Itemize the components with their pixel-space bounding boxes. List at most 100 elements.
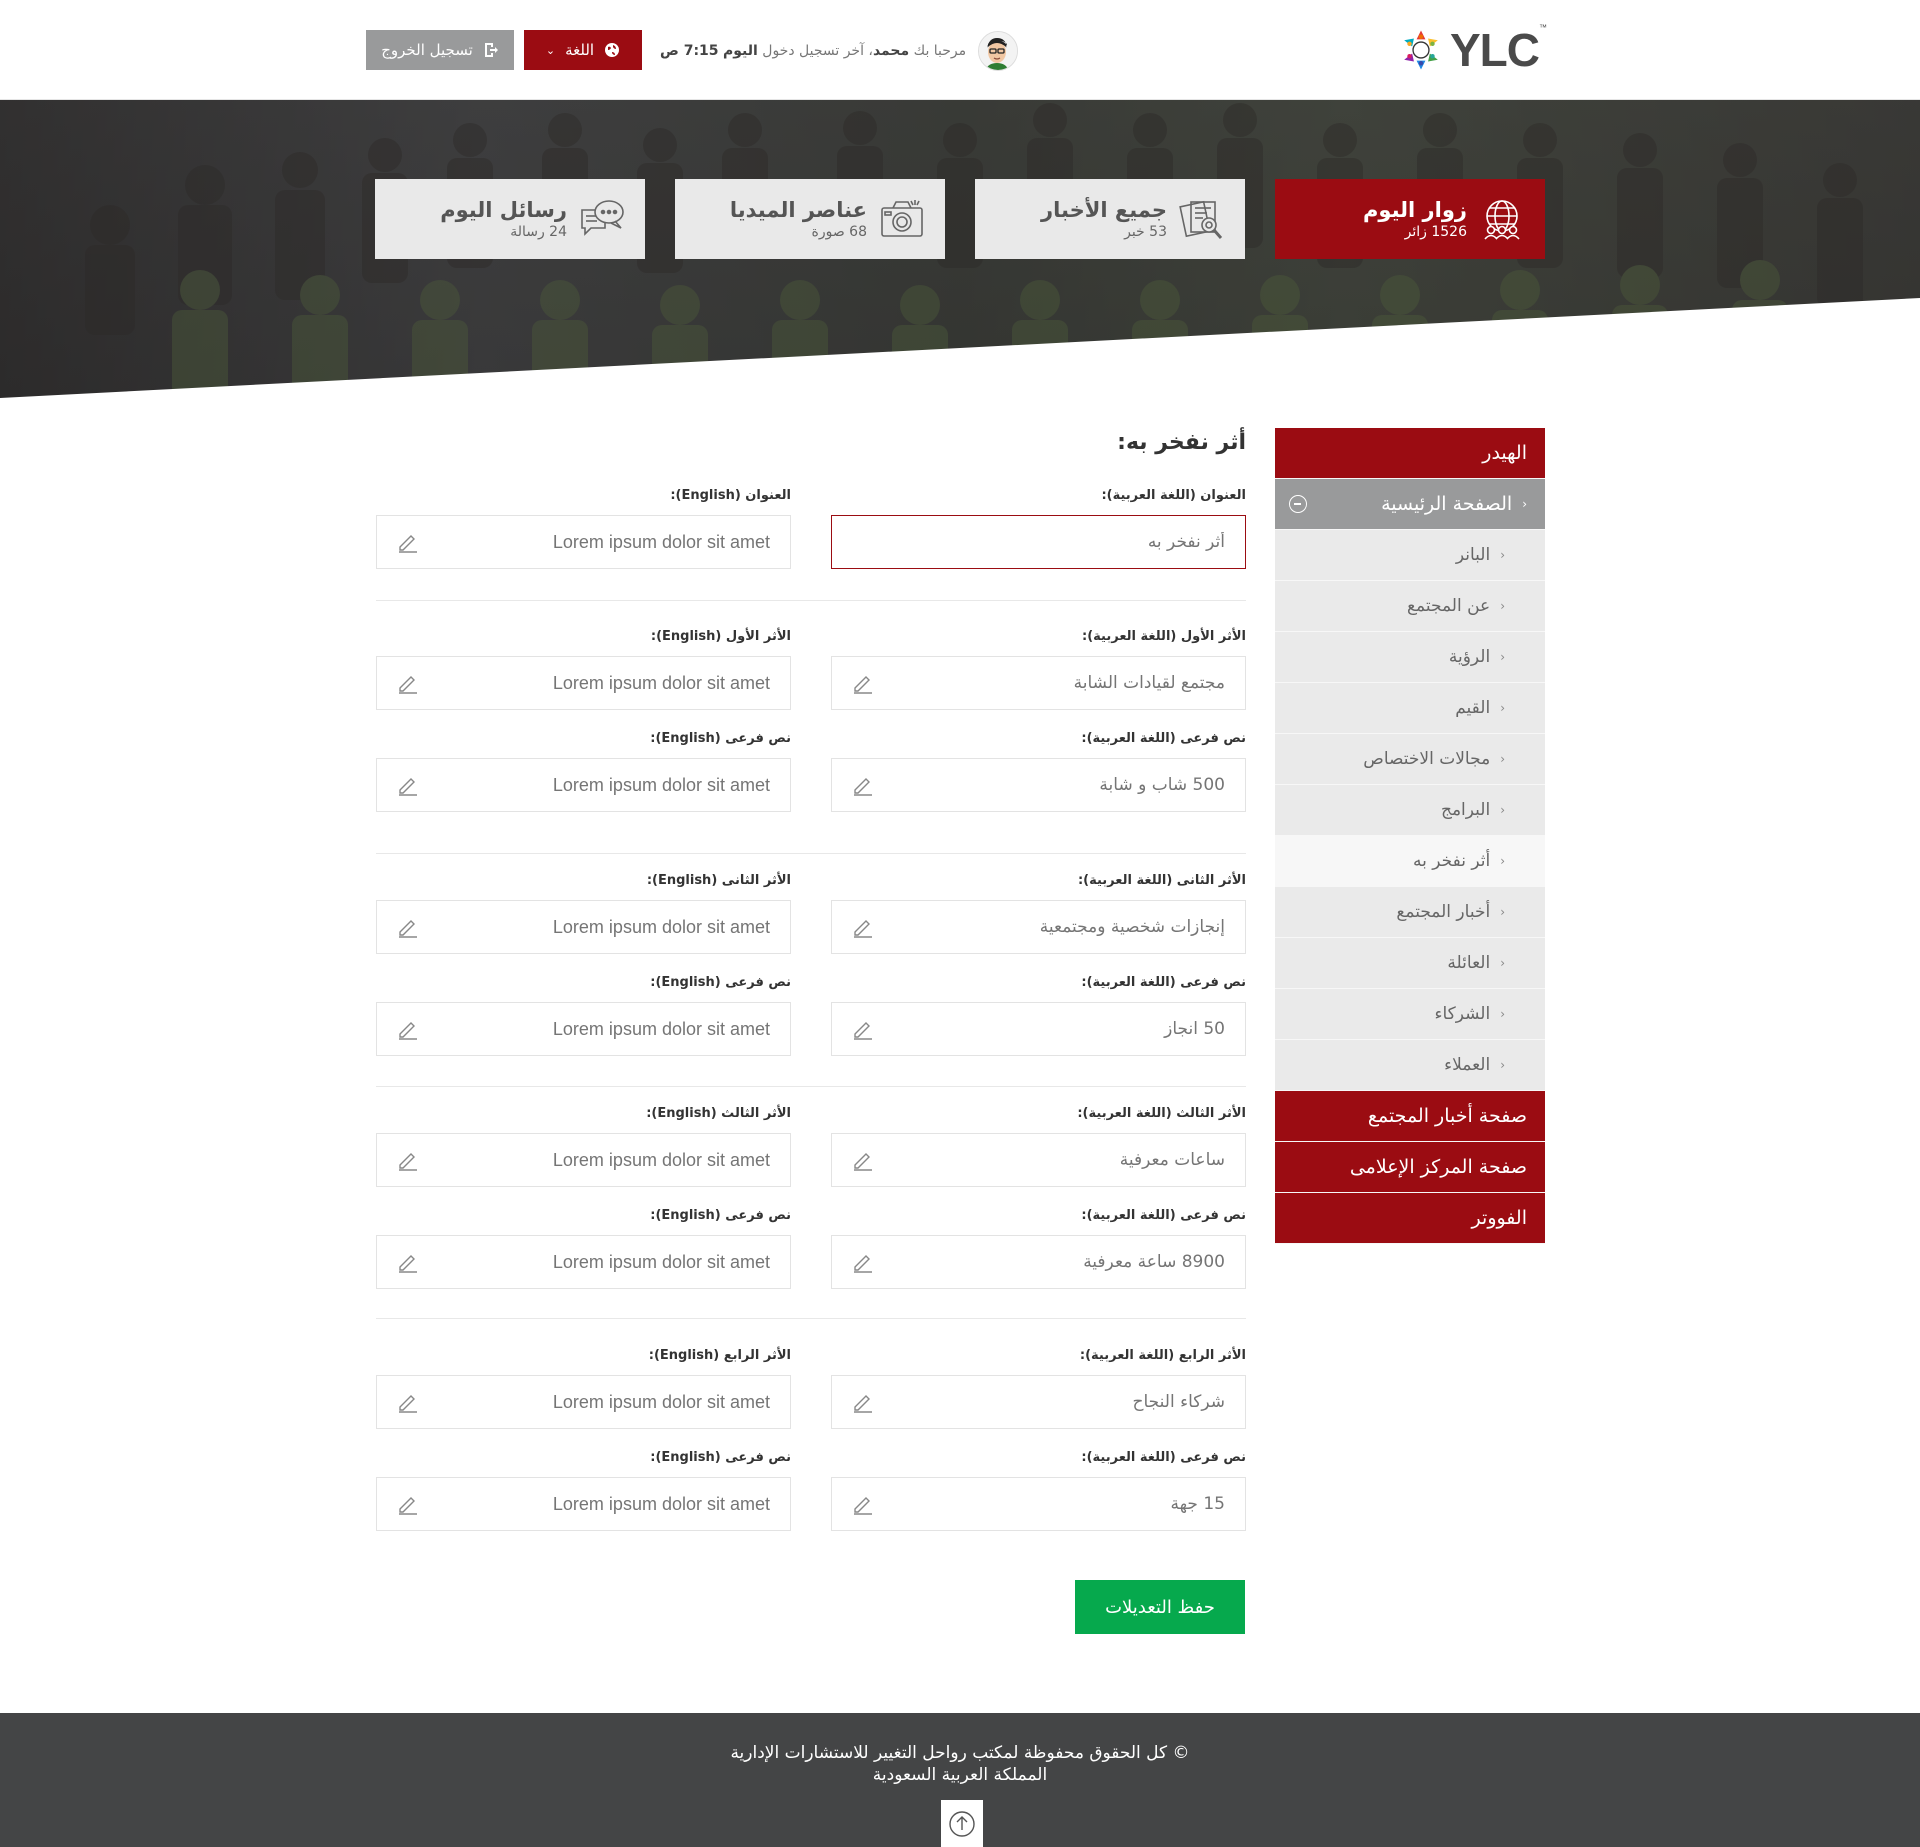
top-bar: YLC™ مرحبا بك محمد، آخر تسجيل دخول اليوم… — [0, 0, 1920, 100]
stat-title: جميع الأخبار — [1041, 198, 1167, 222]
chat-bubbles-icon — [581, 200, 624, 236]
sidebar-subitem-family[interactable]: ‹ العائلة — [1275, 938, 1545, 989]
avatar[interactable] — [978, 31, 1019, 71]
sidebar-item-news-page[interactable]: صفحة أخبار المجتمع — [1275, 1091, 1545, 1142]
title-en-label: العنوان (English): — [670, 488, 791, 503]
stat-subtitle: 68 صورة — [811, 224, 868, 240]
impact-2-sub-en-input[interactable] — [440, 1018, 770, 1040]
user-greeting: مرحبا بك محمد، آخر تسجيل دخول اليوم 7:15… — [660, 30, 1020, 72]
impact-3-sub-ar-field[interactable] — [831, 1235, 1246, 1289]
sidebar-item-header[interactable]: الهيدر — [1275, 428, 1545, 479]
impact-2-sub-ar-label: نص فرعى (اللغة العربية): — [1081, 975, 1246, 990]
sidebar-subitem-impact[interactable]: ‹ أثر نفخر به — [1275, 836, 1545, 887]
impact-1-ar-input[interactable] — [895, 673, 1225, 693]
impact-2-sub-ar-input[interactable] — [895, 1019, 1225, 1039]
stat-card-visitors[interactable]: زوار اليوم 1526 زائر — [1275, 179, 1545, 259]
impact-4-sub-en-field[interactable] — [376, 1477, 791, 1531]
impact-4-sub-ar-field[interactable] — [831, 1477, 1246, 1531]
impact-3-sub-ar-input[interactable] — [895, 1252, 1225, 1272]
impact-3-en-field[interactable] — [376, 1133, 791, 1187]
save-changes-button[interactable]: حفظ التعديلات — [1075, 1580, 1245, 1634]
impact-2-ar-input[interactable] — [895, 917, 1225, 937]
ylc-logo[interactable]: YLC™ — [1398, 22, 1547, 78]
avatar-illustration-icon — [979, 32, 1018, 70]
impact-4-ar-field[interactable] — [831, 1375, 1246, 1429]
impact-3-en-input[interactable] — [440, 1149, 770, 1171]
impact-3-en-label: الأثر الثالث (English): — [646, 1106, 791, 1121]
impact-3-ar-label: الأثر الثالث (اللغة العربية): — [1077, 1106, 1246, 1121]
sidebar-item-label: العائلة — [1447, 953, 1491, 973]
title-en-input[interactable] — [440, 531, 770, 553]
impact-4-sub-ar-input[interactable] — [895, 1494, 1225, 1514]
impact-1-ar-field[interactable] — [831, 656, 1246, 710]
impact-1-sub-en-input[interactable] — [440, 774, 770, 796]
chevron-left-icon: ‹ — [1500, 752, 1505, 766]
title-ar-input[interactable] — [895, 532, 1225, 552]
pencil-icon — [854, 778, 872, 796]
impact-3-sub-en-input[interactable] — [440, 1251, 770, 1273]
title-ar-field[interactable] — [831, 515, 1246, 569]
sidebar-item-footer[interactable]: الفووتر — [1275, 1193, 1545, 1244]
impact-2-en-field[interactable] — [376, 900, 791, 954]
chevron-left-icon: ‹ — [1500, 854, 1505, 868]
sidebar-subitem-vision[interactable]: ‹ الرؤية — [1275, 632, 1545, 683]
scroll-to-top-button[interactable] — [941, 1800, 983, 1847]
footer: © كل الحقوق محفوظة لمكتب رواحل التغيير ل… — [0, 1713, 1920, 1847]
impact-2-en-label: الأثر الثانى (English): — [646, 873, 791, 888]
impact-1-sub-ar-input[interactable] — [895, 775, 1225, 795]
pencil-icon — [399, 1395, 417, 1413]
greeting-text: مرحبا بك محمد، آخر تسجيل دخول اليوم 7:15… — [660, 43, 967, 59]
chevron-left-icon: ‹ — [1500, 956, 1505, 970]
sidebar-item-label: الهيدر — [1482, 442, 1527, 464]
impact-4-en-field[interactable] — [376, 1375, 791, 1429]
impact-2-en-input[interactable] — [440, 916, 770, 938]
stat-card-news[interactable]: جميع الأخبار 53 خبر — [975, 179, 1245, 259]
collapse-minus-icon[interactable] — [1289, 495, 1307, 513]
stat-card-messages[interactable]: رسائل اليوم 24 رسالة — [375, 179, 645, 259]
hero-banner — [0, 100, 1920, 398]
sidebar-subitem-community-news[interactable]: ‹ أخبار المجتمع — [1275, 887, 1545, 938]
chevron-left-icon: ‹ — [1500, 803, 1505, 817]
sidebar-item-label: أخبار المجتمع — [1396, 902, 1491, 922]
form-divider — [376, 1086, 1246, 1087]
logout-button[interactable]: تسجيل الخروج — [366, 30, 514, 70]
sidebar-subitem-clients[interactable]: ‹ العملاء — [1275, 1040, 1545, 1091]
sidebar-subitem-about[interactable]: ‹ عن المجتمع — [1275, 581, 1545, 632]
sidebar-subitem-partners[interactable]: ‹ الشركاء — [1275, 989, 1545, 1040]
sidebar-item-label: القيم — [1455, 698, 1491, 718]
sidebar-item-label: البرامج — [1440, 800, 1491, 820]
logout-icon — [484, 43, 498, 57]
sidebar-item-media-page[interactable]: صفحة المركز الإعلامى — [1275, 1142, 1545, 1193]
language-dropdown-button[interactable]: ⌄ اللغة — [524, 30, 642, 70]
sidebar-item-home[interactable]: ‹ الصفحة الرئيسية — [1275, 479, 1545, 530]
impact-1-en-field[interactable] — [376, 656, 791, 710]
stat-card-media[interactable]: عناصر الميديا 68 صورة — [675, 179, 945, 259]
chevron-left-icon: ‹ — [1500, 1058, 1505, 1072]
impact-3-sub-en-field[interactable] — [376, 1235, 791, 1289]
impact-1-sub-ar-field[interactable] — [831, 758, 1246, 812]
sidebar-subitem-values[interactable]: ‹ القيم — [1275, 683, 1545, 734]
sidebar-item-label: الفووتر — [1471, 1207, 1527, 1229]
impact-2-ar-field[interactable] — [831, 900, 1246, 954]
impact-3-sub-ar-label: نص فرعى (اللغة العربية): — [1081, 1208, 1246, 1223]
copyright-text: © كل الحقوق محفوظة لمكتب رواحل التغيير ل… — [730, 1743, 1190, 1763]
impact-4-sub-en-input[interactable] — [440, 1493, 770, 1515]
impact-4-en-input[interactable] — [440, 1391, 770, 1413]
sidebar-item-label: مجالات الاختصاص — [1363, 749, 1491, 769]
sidebar-subitem-programs[interactable]: ‹ البرامج — [1275, 785, 1545, 836]
impact-3-ar-input[interactable] — [895, 1150, 1225, 1170]
impact-1-sub-en-field[interactable] — [376, 758, 791, 812]
impact-3-ar-field[interactable] — [831, 1133, 1246, 1187]
form-title: أثر نفخر به: — [1117, 430, 1246, 455]
title-ar-label: العنوان (اللغة العربية): — [1101, 488, 1246, 503]
impact-2-sub-ar-field[interactable] — [831, 1002, 1246, 1056]
pencil-icon — [854, 920, 872, 938]
impact-1-en-input[interactable] — [440, 672, 770, 694]
impact-3-sub-en-label: نص فرعى (English): — [650, 1208, 791, 1223]
hero-diagonal-cut — [0, 298, 1920, 398]
sidebar-subitem-banner[interactable]: ‹ البانر — [1275, 530, 1545, 581]
sidebar-subitem-specialties[interactable]: ‹ مجالات الاختصاص — [1275, 734, 1545, 785]
impact-2-sub-en-field[interactable] — [376, 1002, 791, 1056]
title-en-field[interactable] — [376, 515, 791, 569]
impact-4-ar-input[interactable] — [895, 1392, 1225, 1412]
